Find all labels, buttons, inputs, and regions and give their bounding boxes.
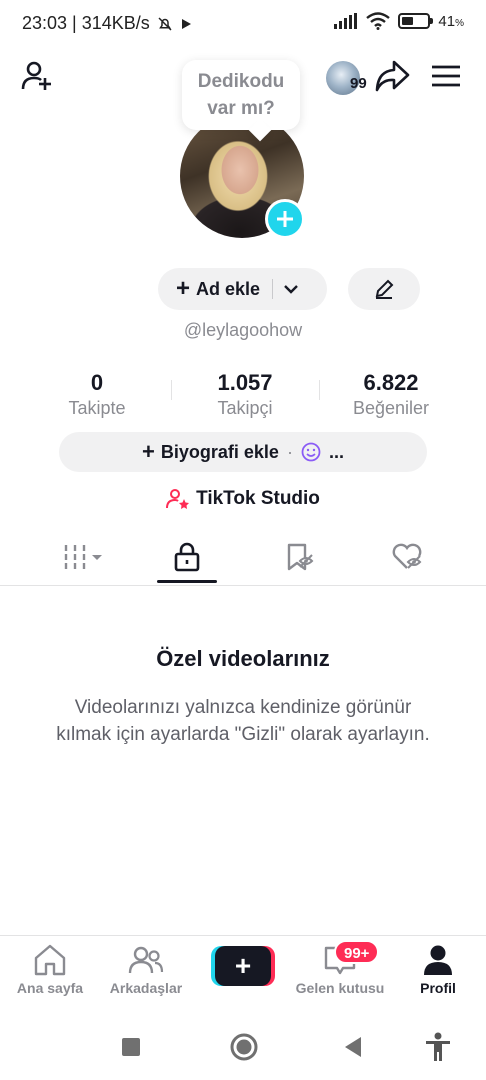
lock-icon — [174, 542, 200, 572]
friends-icon — [128, 946, 164, 974]
hamburger-menu-icon — [432, 65, 460, 87]
heart-hidden-icon — [392, 543, 422, 569]
add-name-label: Ad ekle — [196, 278, 261, 299]
studio-label: TikTok Studio — [196, 488, 320, 509]
share-icon — [375, 60, 410, 92]
accessibility-button[interactable] — [423, 1032, 453, 1062]
edit-profile-button[interactable] — [348, 268, 420, 310]
stat-label: Beğeniler — [352, 398, 430, 418]
plus-icon — [277, 211, 293, 227]
chevron-down-icon[interactable] — [283, 284, 299, 294]
bottom-navigation: Ana sayfa Arkadaşlar + 99+ Gelen kutusu … — [0, 935, 486, 1009]
stat-value: 6.822 — [363, 370, 419, 395]
back-triangle-icon — [345, 1037, 361, 1057]
stat-label: Takipçi — [217, 398, 273, 418]
nav-home-label: Ana sayfa — [16, 980, 84, 996]
stat-label: Takipte — [68, 398, 126, 418]
circle-icon — [230, 1033, 258, 1061]
add-story-button[interactable] — [265, 199, 305, 239]
bubble-text-line2: var mı? — [207, 98, 275, 119]
status-bubble[interactable]: Dedikodu var mı? — [182, 60, 300, 130]
home-system-button[interactable] — [229, 1032, 259, 1062]
tab-private[interactable] — [157, 530, 217, 584]
story-avatar-button[interactable]: 99 — [318, 58, 368, 98]
stat-value: 1.057 — [217, 370, 273, 395]
stat-followers[interactable]: 1.057 Takipçi — [175, 370, 315, 420]
nav-friends[interactable]: Arkadaşlar — [98, 944, 194, 1006]
nav-friends-label: Arkadaşlar — [109, 980, 183, 996]
inbox-badge: 99+ — [334, 940, 380, 964]
battery-icon — [398, 13, 434, 29]
create-button[interactable]: + — [211, 946, 275, 986]
status-bar: 23:03 | 314KB/s 41% — [0, 0, 486, 46]
system-navigation-bar — [0, 1012, 486, 1080]
empty-state-title: Özel videolarınız — [156, 646, 330, 671]
profile-actions: + Ad ekle — [0, 268, 486, 310]
grid-filter-icon — [64, 545, 102, 569]
status-right: 41% — [334, 12, 464, 30]
more-text: ... — [328, 441, 344, 462]
add-bio-label: Biyografi ekle — [160, 441, 279, 462]
bubble-text-line1: Dedikodu — [197, 71, 285, 92]
smiley-icon — [301, 442, 321, 462]
wifi-icon — [366, 12, 391, 30]
share-profile-button[interactable] — [372, 56, 412, 96]
add-name-button[interactable]: + Ad ekle — [158, 268, 327, 310]
accessibility-icon — [426, 1032, 450, 1061]
status-left: 23:03 | 314KB/s — [22, 13, 192, 34]
username: @leylagoohow — [183, 320, 303, 340]
stat-likes[interactable]: 6.822 Beğeniler — [321, 370, 461, 420]
square-icon — [122, 1038, 140, 1056]
nav-profile[interactable]: Profil — [390, 944, 486, 1006]
plus-icon: + — [176, 275, 191, 302]
pencil-icon — [375, 279, 394, 299]
plus-icon: + — [142, 439, 155, 464]
nav-home[interactable]: Ana sayfa — [2, 944, 98, 1006]
nav-profile-label: Profil — [420, 980, 456, 996]
mini-avatar-badge: 99 — [350, 75, 367, 92]
profile-icon — [424, 945, 452, 975]
profile-stats: 0 Takipte 1.057 Takipçi 6.822 Beğeniler — [0, 370, 486, 420]
add-bio-button[interactable]: + Biyografi ekle · ... — [59, 432, 427, 472]
bookmark-hidden-icon — [287, 543, 314, 571]
tab-liked[interactable] — [378, 530, 438, 584]
separator-dot: · — [286, 441, 293, 462]
active-tab-indicator — [157, 580, 217, 583]
divider — [171, 380, 172, 400]
divider — [319, 380, 320, 400]
recent-apps-button[interactable] — [116, 1032, 146, 1062]
battery-percent: 41% — [438, 12, 464, 30]
tab-saved[interactable] — [270, 530, 330, 584]
nav-inbox-label: Gelen kutusu — [295, 980, 385, 996]
menu-button[interactable] — [428, 56, 464, 96]
notifications-muted-icon — [158, 16, 172, 31]
tab-videos[interactable] — [54, 530, 114, 584]
signal-icon — [334, 13, 358, 29]
mini-avatar: 99 — [326, 61, 367, 95]
divider — [272, 279, 274, 299]
create-plus-icon: + — [215, 946, 271, 986]
empty-state-description: Videolarınızı yalnızca kendinize görünür… — [56, 697, 430, 745]
stat-value: 0 — [90, 370, 104, 395]
studio-user-star-icon — [166, 489, 190, 509]
tiktok-studio-link[interactable]: TikTok Studio — [0, 486, 486, 512]
home-icon — [34, 944, 66, 976]
status-time-speed: 23:03 | 314KB/s — [22, 13, 150, 33]
stat-following[interactable]: 0 Takipte — [27, 370, 167, 420]
add-friend-button[interactable] — [18, 56, 58, 96]
play-icon — [181, 18, 191, 29]
content-tabs — [0, 530, 486, 586]
add-user-icon — [21, 61, 51, 90]
back-system-button[interactable] — [338, 1032, 368, 1062]
